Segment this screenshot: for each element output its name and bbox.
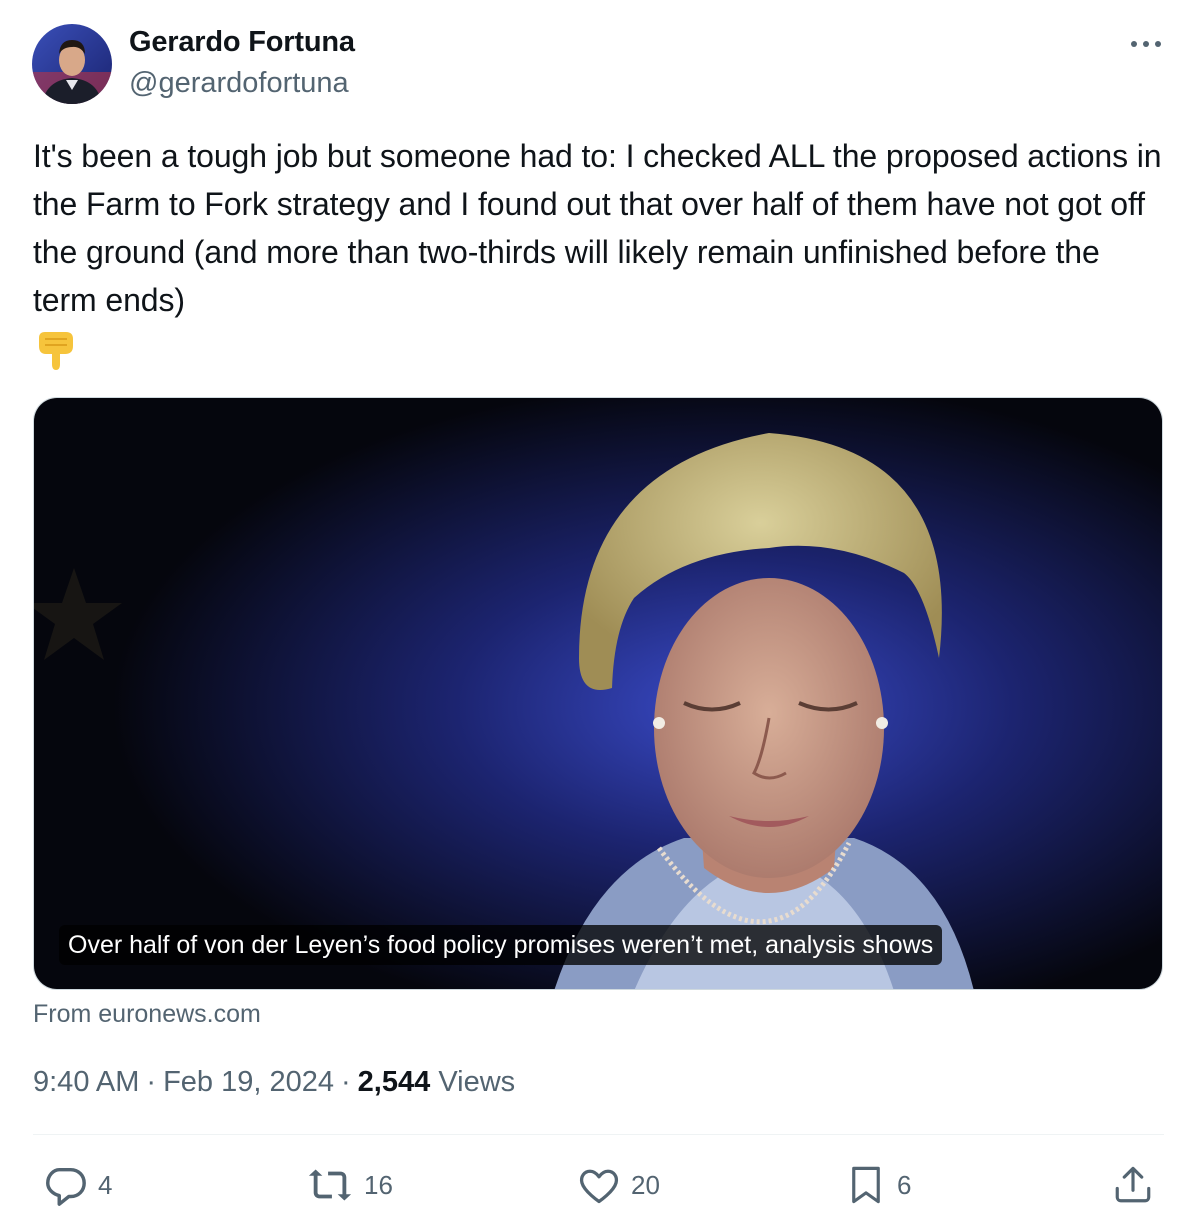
divider <box>33 1134 1164 1135</box>
like-count: 20 <box>631 1169 660 1200</box>
author-handle[interactable]: @gerardofortuna <box>129 67 349 100</box>
author-avatar[interactable] <box>32 24 112 104</box>
tweet-text: It's been a tough job but someone had to… <box>33 138 1162 318</box>
backhand-index-pointing-down-icon <box>39 332 73 370</box>
repost-button[interactable]: 16 <box>306 1160 393 1210</box>
repost-icon <box>308 1169 352 1201</box>
bookmark-button[interactable]: 6 <box>845 1160 911 1210</box>
like-icon <box>579 1169 619 1204</box>
meta-separator: · <box>341 1066 351 1098</box>
share-icon <box>1115 1166 1151 1203</box>
tweet: Gerardo Fortuna @gerardofortuna It's bee… <box>0 0 1196 1232</box>
like-button[interactable]: 20 <box>577 1160 660 1210</box>
meta-separator: · <box>146 1066 157 1098</box>
reply-count: 4 <box>98 1169 113 1200</box>
card-source[interactable]: From euronews.com <box>33 1000 261 1029</box>
views-label[interactable]: Views <box>438 1066 515 1098</box>
share-button[interactable] <box>1112 1160 1154 1210</box>
link-card[interactable] <box>33 397 1163 990</box>
repost-count: 16 <box>364 1169 393 1200</box>
bookmark-count: 6 <box>897 1169 912 1200</box>
views-count[interactable]: 2,544 <box>358 1066 431 1098</box>
bookmark-icon <box>852 1166 880 1204</box>
tweet-time[interactable]: 9:40 AM <box>33 1066 139 1098</box>
author-name[interactable]: Gerardo Fortuna <box>129 26 355 59</box>
reply-icon <box>46 1167 86 1206</box>
tweet-date[interactable]: Feb 19, 2024 <box>163 1066 334 1098</box>
card-caption[interactable]: Over half of von der Leyen’s food policy… <box>59 925 943 965</box>
reply-button[interactable]: 4 <box>42 1160 112 1210</box>
card-photo <box>34 398 1162 989</box>
more-options-button[interactable] <box>1124 26 1168 62</box>
more-icon <box>1131 41 1161 47</box>
tweet-meta: 9:40 AM · Feb 19, 2024 · 2,544 Views <box>33 1066 515 1099</box>
